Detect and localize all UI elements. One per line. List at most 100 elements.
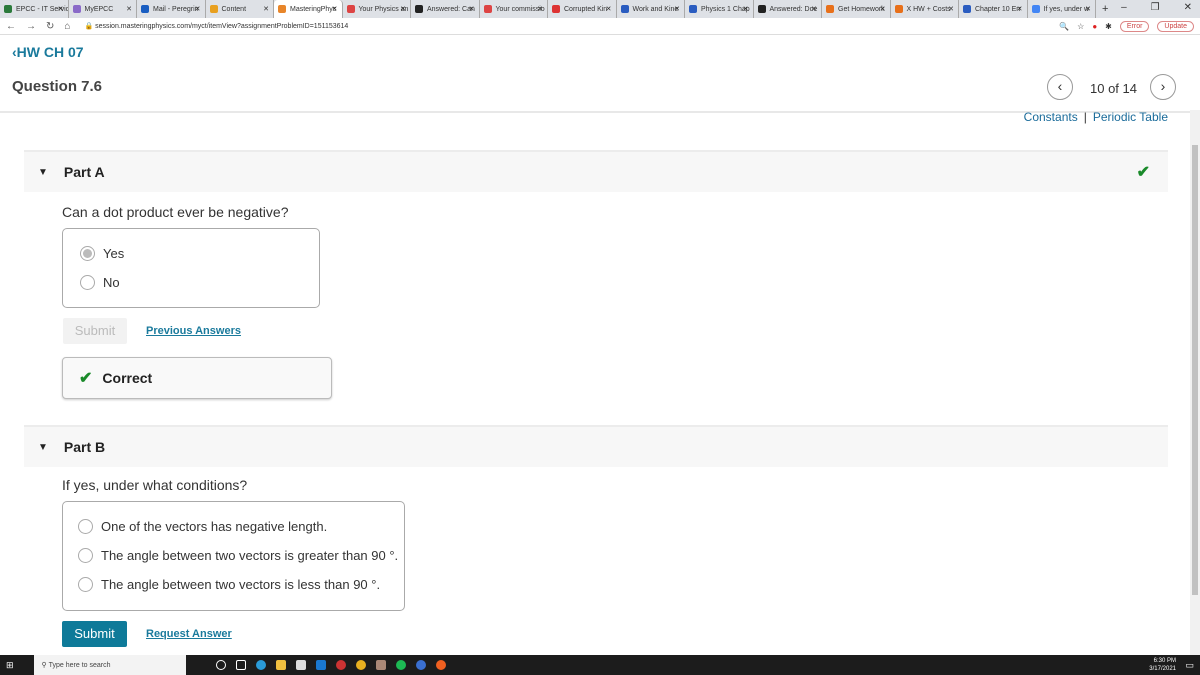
radio-selected[interactable] <box>80 246 95 261</box>
update-button[interactable]: Update <box>1157 20 1194 32</box>
collapse-triangle-icon[interactable]: ▼ <box>38 167 48 178</box>
browser-tab[interactable]: Physics 1 Chap ✕ <box>685 0 754 18</box>
completed-check-icon: ✔ <box>1136 164 1150 181</box>
tab-strip: EPCC - IT Servic ✕ MyEPCC ✕ Mail - Peregrin ✕… <box>0 0 1200 18</box>
chrome-icon[interactable] <box>355 660 366 670</box>
radio[interactable] <box>78 548 93 563</box>
spotify-icon[interactable] <box>395 660 406 670</box>
url-text: session.masteringphysics.com/myct/itemVi… <box>95 23 349 30</box>
close-tab-icon[interactable]: ✕ <box>606 5 612 13</box>
close-tab-icon[interactable]: ✕ <box>537 5 543 13</box>
profile-error-button[interactable]: Error <box>1119 20 1150 32</box>
favicon-icon <box>415 5 423 13</box>
maximize-button[interactable]: ❐ <box>1151 2 1160 13</box>
star-icon[interactable]: ☆ <box>1077 22 1084 31</box>
extension-stop-icon[interactable]: ● <box>1092 22 1097 31</box>
browser-tab[interactable]: If yes, under w ✕ <box>1028 0 1096 18</box>
app-icon[interactable] <box>335 660 346 670</box>
steam-icon[interactable] <box>415 660 426 670</box>
browser-tab[interactable]: X HW + Costs ✕ <box>891 0 959 18</box>
part-b-header[interactable]: ▼ Part B <box>24 425 1168 467</box>
browser-tab[interactable]: Answered: Doe ✕ <box>754 0 822 18</box>
close-tab-icon[interactable]: ✕ <box>674 5 680 13</box>
request-answer-link[interactable]: Request Answer <box>146 628 232 640</box>
browser-tab[interactable]: Your Physics an ✕ <box>343 0 411 18</box>
notification-icon[interactable]: ▭ <box>1185 660 1194 671</box>
close-tab-icon[interactable]: ✕ <box>195 5 201 13</box>
search-icon: ⚲ <box>41 662 49 669</box>
home-icon[interactable]: ⌂ <box>64 21 70 32</box>
browser-tab[interactable]: MasteringPhys ✕ <box>274 0 343 18</box>
close-tab-icon[interactable]: ✕ <box>948 5 954 13</box>
task-view-icon[interactable] <box>235 660 246 670</box>
store-icon[interactable] <box>295 660 306 670</box>
back-arrow-icon[interactable]: ← <box>6 21 16 32</box>
close-tab-icon[interactable]: ✕ <box>1017 5 1023 13</box>
close-tab-icon[interactable]: ✕ <box>126 5 132 13</box>
close-tab-icon[interactable]: ✕ <box>469 5 475 13</box>
option-label: No <box>103 275 120 290</box>
option-yes[interactable]: Yes <box>80 246 124 261</box>
system-clock[interactable]: 6:30 PM 3/17/2021 <box>1149 657 1176 673</box>
previous-question-button[interactable]: ‹ <box>1047 74 1073 100</box>
edge-icon[interactable] <box>255 660 266 670</box>
tab-title: X HW + Costs <box>906 5 951 13</box>
close-window-button[interactable]: ✕ <box>1184 2 1192 13</box>
cortana-icon[interactable] <box>215 660 226 670</box>
close-tab-icon[interactable]: ✕ <box>743 5 749 13</box>
back-to-assignment-link[interactable]: ‹HW CH 07 <box>12 44 84 60</box>
radio[interactable] <box>78 577 93 592</box>
tab-title: Mail - Peregrin <box>153 5 199 13</box>
periodic-table-link[interactable]: Periodic Table <box>1093 110 1168 124</box>
browser-tab[interactable]: Mail - Peregrin ✕ <box>137 0 206 18</box>
tab-title: MasteringPhys <box>290 5 337 13</box>
tab-title: MyEPCC <box>84 5 114 13</box>
option-angle-less[interactable]: The angle between two vectors is less th… <box>78 577 380 592</box>
option-negative-length[interactable]: One of the vectors has negative length. <box>78 519 327 534</box>
option-no[interactable]: No <box>80 275 120 290</box>
new-tab-button[interactable]: + <box>1102 3 1108 15</box>
url-field[interactable]: 🔒 session.masteringphysics.com/myct/item… <box>84 22 348 30</box>
constants-link[interactable]: Constants <box>1024 110 1078 124</box>
scrollbar-thumb[interactable] <box>1192 145 1198 595</box>
radio[interactable] <box>80 275 95 290</box>
browser-tab[interactable]: Get Homework ✕ <box>822 0 891 18</box>
scrollbar[interactable] <box>1190 110 1200 655</box>
taskbar-search[interactable]: ⚲ Type here to search <box>33 655 186 675</box>
reload-icon[interactable]: ↻ <box>46 21 54 32</box>
browser-tab[interactable]: Chapter 10 Err ✕ <box>959 0 1028 18</box>
close-tab-icon[interactable]: ✕ <box>263 5 269 13</box>
tab-title: Chapter 10 Err <box>975 5 1021 13</box>
game-icon[interactable] <box>375 660 386 670</box>
close-tab-icon[interactable]: ✕ <box>880 5 886 13</box>
browser-tab[interactable]: Work and Kine ✕ <box>617 0 685 18</box>
close-tab-icon[interactable]: ✕ <box>811 5 817 13</box>
collapse-triangle-icon[interactable]: ▼ <box>38 442 48 453</box>
browser-tab[interactable]: MyEPCC ✕ <box>69 0 137 18</box>
browser-tab[interactable]: Content ✕ <box>206 0 274 18</box>
page-title: Question 7.6 <box>12 78 103 95</box>
forward-arrow-icon[interactable]: → <box>26 21 36 32</box>
minimize-button[interactable]: – <box>1121 2 1127 13</box>
browser-tab[interactable]: EPCC - IT Servic ✕ <box>0 0 69 18</box>
windows-start-icon[interactable]: ⊞ <box>6 660 14 671</box>
part-a-header[interactable]: ▼ Part A ✔ <box>24 150 1168 192</box>
firefox-icon[interactable] <box>435 660 446 670</box>
puzzle-icon[interactable]: ✱ <box>1105 22 1112 31</box>
option-angle-greater[interactable]: The angle between two vectors is greater… <box>78 548 398 563</box>
next-question-button[interactable]: › <box>1150 74 1176 100</box>
browser-tab[interactable]: Your commissio ✕ <box>480 0 548 18</box>
radio[interactable] <box>78 519 93 534</box>
zoom-icon[interactable]: 🔍 <box>1059 22 1069 31</box>
mail-icon[interactable] <box>315 660 326 670</box>
browser-tab[interactable]: Corrupted Kin ✕ <box>548 0 617 18</box>
close-tab-icon[interactable]: ✕ <box>1085 5 1091 13</box>
file-explorer-icon[interactable] <box>275 660 286 670</box>
part-b-submit-button[interactable]: Submit <box>62 621 127 647</box>
part-a-submit-button[interactable]: Submit <box>63 318 127 344</box>
close-tab-icon[interactable]: ✕ <box>400 5 406 13</box>
close-tab-icon[interactable]: ✕ <box>332 5 338 13</box>
previous-answers-link[interactable]: Previous Answers <box>146 325 241 337</box>
browser-tab[interactable]: Answered: Can ✕ <box>411 0 480 18</box>
close-tab-icon[interactable]: ✕ <box>58 5 64 13</box>
